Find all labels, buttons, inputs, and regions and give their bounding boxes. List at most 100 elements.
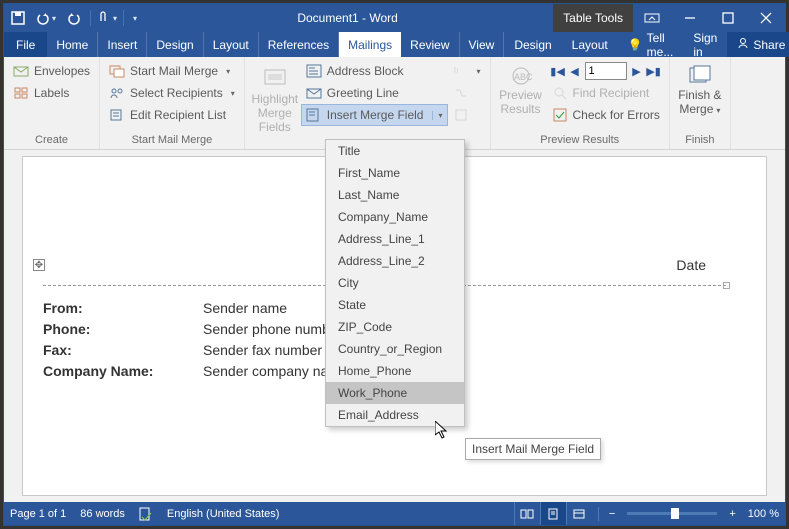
menu-item-title[interactable]: Title <box>326 140 464 162</box>
address-block-button[interactable]: Address Block <box>301 60 448 82</box>
menu-item-zip-code[interactable]: ZIP_Code <box>326 316 464 338</box>
insert-field-icon <box>306 107 322 123</box>
lightbulb-icon: 💡 <box>628 38 643 52</box>
highlight-merge-fields-button: Highlight Merge Fields <box>249 60 301 136</box>
ribbon-options-icon[interactable] <box>633 4 671 32</box>
menu-item-address-line-2[interactable]: Address_Line_2 <box>326 250 464 272</box>
next-record-button[interactable]: ▶ <box>630 64 644 78</box>
highlight-icon <box>261 64 289 92</box>
spelling-icon[interactable] <box>139 507 153 521</box>
save-icon[interactable] <box>4 4 32 32</box>
maximize-button[interactable] <box>709 4 747 32</box>
chevron-down-icon[interactable]: ▾ <box>432 111 442 120</box>
menu-item-home-phone[interactable]: Home_Phone <box>326 360 464 382</box>
group-finish: Finish <box>674 132 726 149</box>
rules-button: ᵇ▾ <box>448 60 486 82</box>
insert-merge-field-button[interactable]: Insert Merge Field ▾ <box>301 104 448 126</box>
touch-mode-icon[interactable]: ▾ <box>93 4 121 32</box>
svg-text:ᵇ: ᵇ <box>454 66 458 78</box>
web-layout-button[interactable] <box>566 502 592 525</box>
tab-table-design[interactable]: Design <box>504 32 561 57</box>
check-errors-button[interactable]: Check for Errors <box>547 104 665 126</box>
preview-icon: ABC <box>507 64 535 88</box>
undo-icon[interactable]: ▾ <box>32 4 60 32</box>
share-icon <box>737 37 749 52</box>
tab-file[interactable]: File <box>4 32 47 57</box>
menu-item-state[interactable]: State <box>326 294 464 316</box>
table-resize-handle[interactable] <box>723 282 730 289</box>
update-labels-button <box>448 104 486 126</box>
status-words[interactable]: 86 words <box>80 508 125 520</box>
zoom-out-button[interactable]: − <box>605 508 619 520</box>
match-fields-button <box>448 82 486 104</box>
zoom-slider[interactable] <box>627 512 717 515</box>
record-number-input[interactable] <box>585 62 627 80</box>
document-title: Document1 - Word <box>142 11 553 25</box>
menu-item-company-name[interactable]: Company_Name <box>326 206 464 228</box>
greeting-line-button[interactable]: Greeting Line <box>301 82 448 104</box>
status-page[interactable]: Page 1 of 1 <box>10 508 66 520</box>
update-icon <box>453 107 469 123</box>
tell-me-search[interactable]: 💡 Tell me... <box>618 32 684 57</box>
labels-button[interactable]: Labels <box>8 82 95 104</box>
rules-icon: ᵇ <box>453 63 469 79</box>
tab-home[interactable]: Home <box>47 32 98 57</box>
find-recipient-button: Find Recipient <box>547 82 665 104</box>
menu-item-work-phone[interactable]: Work_Phone <box>326 382 464 404</box>
previous-record-button[interactable]: ◀ <box>568 64 582 78</box>
tab-review[interactable]: Review <box>401 32 459 57</box>
menu-item-address-line-1[interactable]: Address_Line_1 <box>326 228 464 250</box>
status-language[interactable]: English (United States) <box>167 508 280 520</box>
close-button[interactable] <box>747 4 785 32</box>
finish-merge-button[interactable]: Finish & Merge▾ <box>674 60 726 132</box>
group-start-mail-merge: Start Mail Merge <box>104 132 240 149</box>
insert-merge-field-menu: Title First_Name Last_Name Company_Name … <box>325 139 465 427</box>
match-icon <box>453 85 469 101</box>
print-layout-button[interactable] <box>540 502 566 525</box>
tab-table-layout[interactable]: Layout <box>562 32 618 57</box>
labels-icon <box>13 85 29 101</box>
tab-insert[interactable]: Insert <box>98 32 147 57</box>
menu-item-country[interactable]: Country_or_Region <box>326 338 464 360</box>
sign-in-button[interactable]: Sign in <box>683 32 727 57</box>
finish-icon <box>686 64 714 88</box>
edit-list-icon <box>109 107 125 123</box>
record-navigation: ▮◀ ◀ ▶ ▶▮ <box>547 60 665 82</box>
menu-item-email[interactable]: Email_Address <box>326 404 464 426</box>
mail-merge-icon <box>109 63 125 79</box>
menu-item-city[interactable]: City <box>326 272 464 294</box>
redo-icon[interactable] <box>60 4 88 32</box>
first-record-button[interactable]: ▮◀ <box>551 64 565 78</box>
preview-results-button: ABC Preview Results <box>495 60 547 126</box>
share-button[interactable]: Share <box>727 32 789 57</box>
tab-design[interactable]: Design <box>147 32 203 57</box>
tab-references[interactable]: References <box>259 32 339 57</box>
greeting-icon <box>306 85 322 101</box>
select-recipients-button[interactable]: Select Recipients▾ <box>104 82 240 104</box>
tab-mailings[interactable]: Mailings <box>339 32 401 57</box>
tab-layout[interactable]: Layout <box>204 32 259 57</box>
search-icon <box>552 85 568 101</box>
menu-item-last-name[interactable]: Last_Name <box>326 184 464 206</box>
group-preview-results: Preview Results <box>495 132 665 149</box>
zoom-level[interactable]: 100 % <box>748 508 779 520</box>
menu-item-first-name[interactable]: First_Name <box>326 162 464 184</box>
zoom-in-button[interactable]: + <box>725 508 739 520</box>
recipients-icon <box>109 85 125 101</box>
envelopes-button[interactable]: Envelopes <box>8 60 95 82</box>
tab-view[interactable]: View <box>460 32 505 57</box>
group-create: Create <box>8 132 95 149</box>
svg-text:ABC: ABC <box>514 72 533 82</box>
read-mode-button[interactable] <box>514 502 540 525</box>
last-record-button[interactable]: ▶▮ <box>647 64 661 78</box>
date-label: Date <box>676 257 706 273</box>
minimize-button[interactable] <box>671 4 709 32</box>
edit-recipient-list-button[interactable]: Edit Recipient List <box>104 104 240 126</box>
qa-customize-icon[interactable]: ▾ <box>126 4 142 32</box>
start-mail-merge-button[interactable]: Start Mail Merge▾ <box>104 60 240 82</box>
envelope-icon <box>13 63 29 79</box>
tooltip: Insert Mail Merge Field <box>465 438 601 460</box>
check-icon <box>552 107 568 123</box>
contextual-tab-label: Table Tools <box>553 4 633 32</box>
address-block-icon <box>306 63 322 79</box>
